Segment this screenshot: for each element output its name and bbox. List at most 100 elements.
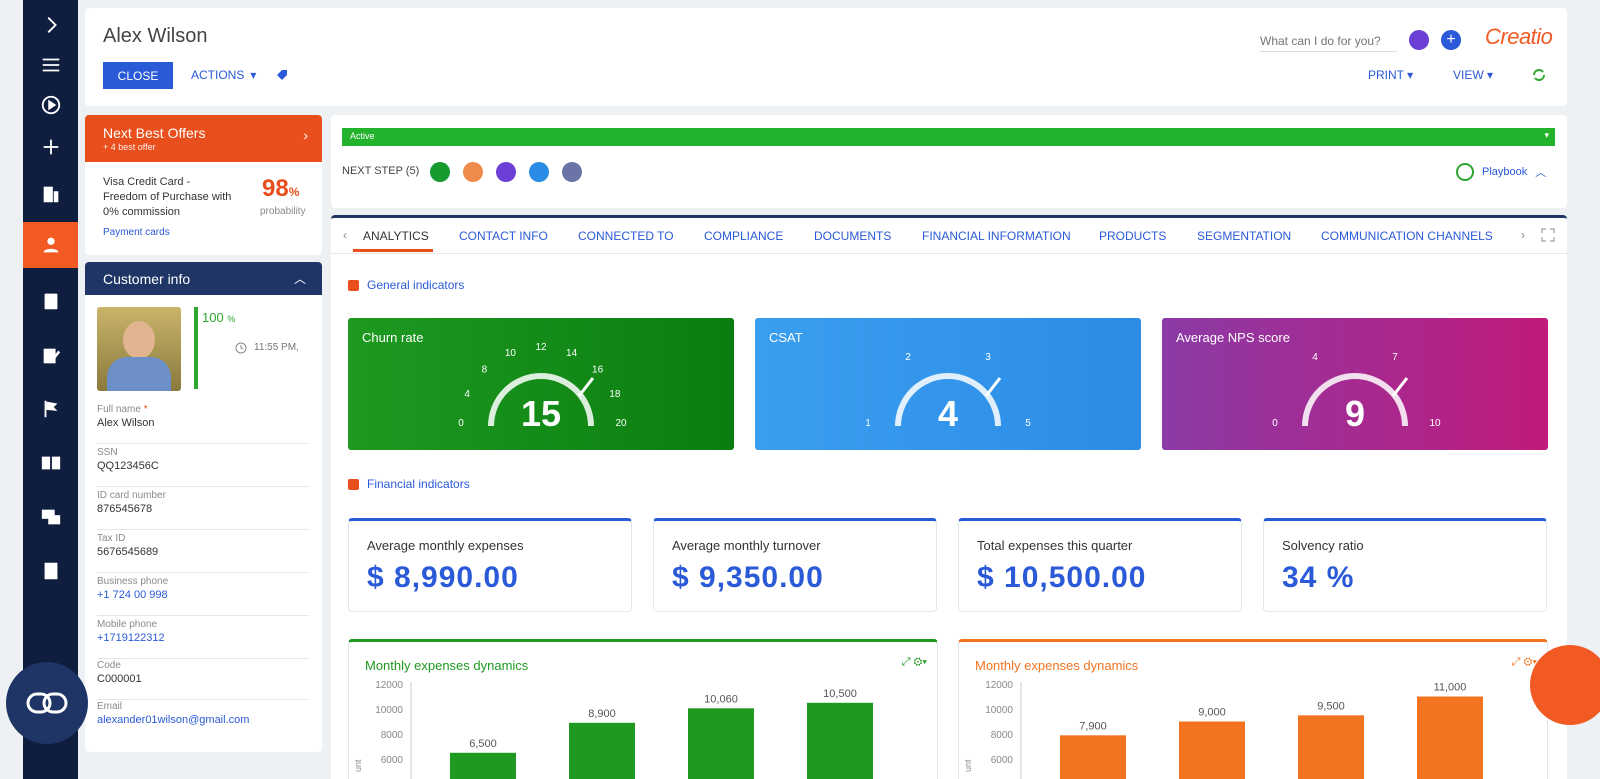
print-button[interactable]: PRINT ▾ [1368,68,1413,82]
view-button[interactable]: VIEW ▾ [1453,68,1493,82]
tab-segmentation[interactable]: SEGMENTATION [1197,229,1291,243]
actions-menu[interactable]: ACTIONS ▾ [191,68,256,82]
field-email[interactable]: Email alexander01wilson@gmail.com [97,701,309,741]
tab-connected-to[interactable]: CONNECTED TO [578,229,674,243]
field-tax-id[interactable]: Tax ID 5676545689 [97,533,309,573]
bar [1298,715,1364,779]
collapse-icon[interactable] [348,279,359,291]
section-title: Financial indicators [367,477,470,491]
scroll-left-icon[interactable]: ‹ [343,228,347,242]
user-icon[interactable] [23,222,78,268]
gauge-graphic: 0 4 8 10 12 14 16 18 20 15 [458,342,627,434]
play-icon[interactable] [1409,30,1429,50]
chevron-down-icon[interactable]: ▾ [1544,130,1549,141]
bar-value-label: 6,500 [469,738,497,750]
book-icon[interactable] [23,440,78,486]
kpi-label: Solvency ratio [1282,538,1364,553]
task-icon[interactable] [529,162,549,182]
field-ssn[interactable]: SSN QQ123456C [97,447,309,487]
customer-info-header[interactable]: Customer info ︿ [85,262,322,295]
gauge-churn-rate[interactable]: Churn rate 0 4 8 10 12 14 16 18 20 15 [348,318,734,450]
bar [688,708,754,779]
kpi-avg-monthly-turnover[interactable]: Average monthly turnover $ 9,350.00 [653,518,937,612]
chevron-up-icon[interactable]: ︿ [294,270,306,287]
field-value[interactable]: alexander01wilson@gmail.com [97,714,309,726]
gauge-csat[interactable]: CSAT 53214 [755,318,1141,450]
plus-icon[interactable] [23,124,78,170]
payment-cards-link[interactable]: Payment cards [103,227,170,238]
playbook-button[interactable]: Playbook ︿ [1456,163,1546,181]
gauge-tick-label: 10 [1429,418,1441,429]
nbo-header[interactable]: Next Best Offers + 4 best offer › [85,115,322,162]
field-id-card[interactable]: ID card number 876545678 [97,490,309,530]
phone-icon[interactable] [430,162,450,182]
tab-analytics[interactable]: ANALYTICS [363,229,429,243]
play-circle-icon[interactable] [23,82,78,128]
gauge-tick-label: 4 [464,389,470,400]
chevron-up-icon[interactable]: ︿ [1535,164,1546,180]
financial-indicators-header[interactable]: Financial indicators [348,477,470,491]
chat-icon[interactable] [23,494,78,540]
gauge-tick-label: 14 [566,348,578,359]
collapse-icon[interactable] [348,478,359,490]
refresh-icon[interactable] [1530,66,1548,84]
bar [569,722,635,779]
expand-icon[interactable]: ⤢ [902,656,911,668]
bar [1179,721,1245,779]
web-icon[interactable] [562,162,582,182]
edit-icon[interactable] [23,333,78,379]
close-button[interactable]: CLOSE [103,62,173,89]
fullscreen-icon[interactable] [1541,228,1555,242]
field-value[interactable]: +1 724 00 998 [97,589,309,601]
field-code[interactable]: Code C000001 [97,660,309,700]
tab-communication-channels[interactable]: COMMUNICATION CHANNELS [1321,229,1493,243]
chart-monthly-expenses-green[interactable]: 12000 10000 8000 6000 unt 6,500 8,900 10,060 10,… [348,639,938,779]
tab-financial-information[interactable]: FINANCIAL INFORMATION [922,229,1071,243]
stage-bar[interactable]: Active ▾ [342,128,1555,146]
kpi-total-expenses-quarter[interactable]: Total expenses this quarter $ 10,500.00 [958,518,1242,612]
kpi-value: $ 9,350.00 [672,561,824,594]
field-mobile-phone[interactable]: Mobile phone +1719122312 [97,619,309,659]
tab-documents[interactable]: DOCUMENTS [814,229,891,243]
email-icon[interactable] [463,162,483,182]
clipboard-icon[interactable] [23,278,78,324]
avatar[interactable] [97,307,181,391]
field-business-phone[interactable]: Business phone +1 724 00 998 [97,576,309,616]
field-value[interactable]: +1719122312 [97,632,309,644]
bar [1060,735,1126,779]
chart-monthly-expenses-orange[interactable]: 12000 10000 8000 6000 unt 7,900 9,000 9,500 11,0… [958,639,1548,779]
bar-value-label: 11,000 [1434,682,1467,694]
print-label: PRINT [1368,68,1404,82]
kpi-solvency-ratio[interactable]: Solvency ratio 34 % [1263,518,1547,612]
offer-probability: 98% [262,175,299,203]
scroll-right-icon[interactable]: › [1521,228,1525,242]
add-icon[interactable]: + [1441,30,1461,50]
gauge-nps[interactable]: Average NPS score 0 4 7 10 9 [1162,318,1548,450]
chart-tools[interactable]: ⤢ ⚙▾ [902,656,927,669]
message-icon[interactable] [496,162,516,182]
kpi-avg-monthly-expenses[interactable]: Average monthly expenses $ 8,990.00 [348,518,632,612]
tab-contact-info[interactable]: CONTACT INFO [459,229,548,243]
flag-icon[interactable] [23,386,78,432]
document-icon[interactable] [23,548,78,594]
help-button[interactable] [1530,645,1600,725]
general-indicators-header[interactable]: General indicators [348,278,464,292]
tab-compliance[interactable]: COMPLIANCE [704,229,783,243]
tab-products[interactable]: PRODUCTS [1099,229,1166,243]
gear-icon[interactable]: ⚙▾ [913,656,927,668]
gauge-tick-label: 0 [1272,418,1278,429]
probability-value: 98 [262,175,289,202]
chat-badge[interactable] [6,662,88,744]
gauge-tick-label: 5 [1025,418,1031,429]
building-icon[interactable] [23,171,78,217]
chevron-right-icon[interactable]: › [303,127,308,143]
bar-value-label: 10,060 [704,693,738,705]
tag-icon[interactable] [275,68,289,82]
search-input[interactable] [1260,30,1397,52]
bar-value-label: 9,000 [1198,707,1226,719]
field-full-name[interactable]: Full name * Alex Wilson [97,404,309,444]
expand-icon[interactable]: ⤢ [1512,656,1521,668]
local-time: 11:55 PM, [254,342,299,353]
field-value: 876545678 [97,503,153,515]
gauge-tick-label: 0 [458,418,464,429]
